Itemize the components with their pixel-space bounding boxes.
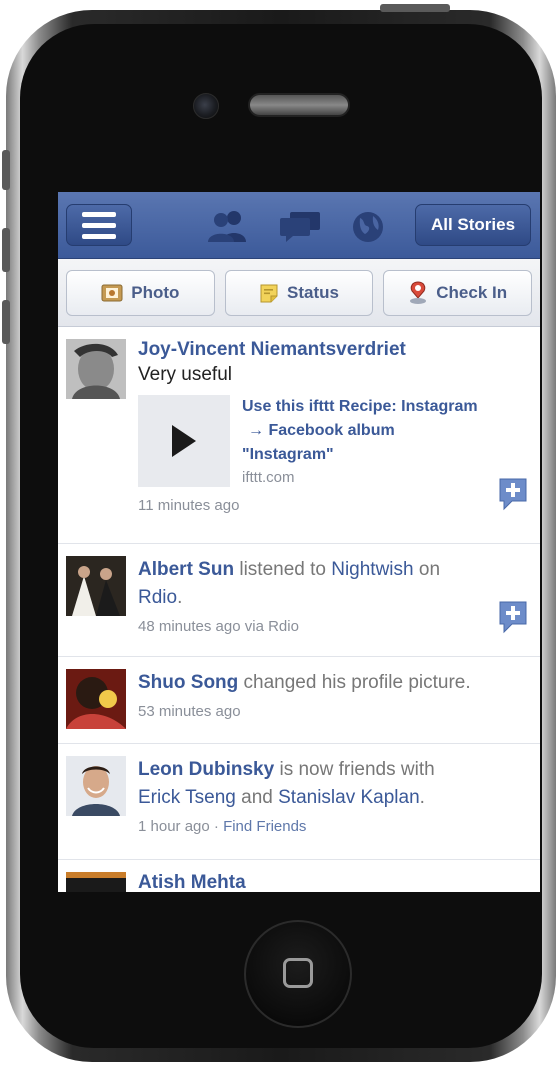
friend-link[interactable]: Stanislav Kaplan	[278, 787, 420, 808]
home-button[interactable]	[244, 920, 352, 1028]
mute-switch	[2, 150, 10, 190]
menu-icon-bar	[82, 233, 116, 239]
story-text: Albert Sun listened to Nightwish on Rdio.	[138, 556, 526, 612]
story-meta: 1 hour ago · Find Friends	[138, 818, 526, 835]
story-text: Leon Dubinsky is now friends with Erick T…	[138, 756, 526, 812]
story-author[interactable]: Shuo Song	[138, 672, 238, 693]
earpiece-speaker	[248, 93, 350, 117]
sleep-button	[380, 4, 450, 12]
photo-button[interactable]: Photo	[66, 269, 215, 316]
story-timestamp: 48 minutes ago via Rdio	[138, 618, 299, 635]
story-author[interactable]: Joy-Vincent Niemantsverdriet	[138, 339, 526, 361]
story-action: listened to	[234, 559, 332, 580]
friend-link[interactable]: Erick Tseng	[138, 787, 236, 808]
story-author[interactable]: Atish Mehta	[138, 872, 526, 892]
top-navbar: All Stories	[58, 192, 540, 259]
story-action: is now friends with	[274, 759, 435, 780]
menu-icon-bar	[82, 222, 116, 228]
photo-icon	[101, 284, 123, 301]
menu-icon-bar	[82, 211, 116, 217]
feed-story[interactable]: Albert Sun listened to Nightwish on Rdio.…	[58, 544, 540, 657]
attachment-domain: ifttt.com	[242, 469, 295, 486]
attachment-title[interactable]: Use this ifttt Recipe: Instagram	[242, 395, 478, 419]
link-attachment[interactable]: Use this ifttt Recipe: Instagram → Faceb…	[138, 395, 526, 487]
feed-story[interactable]: Joy-Vincent Niemantsverdriet Very useful…	[58, 327, 540, 544]
app-screen: All Stories Photo Status Check In Joy-Vi…	[58, 192, 540, 892]
story-timestamp: 11 minutes ago	[138, 497, 240, 514]
story-action: on	[413, 559, 441, 580]
avatar[interactable]	[66, 556, 126, 616]
feed-story[interactable]: Shuo Song changed his profile picture. 5…	[58, 657, 540, 744]
volume-up-button	[2, 228, 10, 272]
status-button[interactable]: Status	[224, 269, 374, 316]
comment-icon[interactable]	[498, 600, 528, 634]
globe-icon[interactable]	[351, 210, 385, 244]
feed-story[interactable]: Atish Mehta	[58, 860, 540, 892]
story-author[interactable]: Albert Sun	[138, 559, 234, 580]
story-punctuation: .	[177, 587, 183, 608]
avatar[interactable]	[66, 756, 126, 816]
attachment-info: Use this ifttt Recipe: Instagram → Faceb…	[230, 395, 478, 487]
video-thumbnail[interactable]	[138, 395, 230, 487]
story-timestamp: 1 hour ago ·	[138, 818, 224, 835]
avatar[interactable]	[66, 339, 126, 399]
avatar[interactable]	[66, 669, 126, 729]
check-in-button[interactable]: Check In	[383, 269, 533, 316]
story-action: changed his profile picture.	[238, 672, 471, 693]
home-square-icon	[283, 958, 313, 988]
comment-icon[interactable]	[498, 477, 528, 511]
story-text: Shuo Song changed his profile picture.	[138, 669, 526, 697]
photo-label: Photo	[131, 282, 180, 302]
menu-button[interactable]	[66, 204, 132, 246]
status-label: Status	[287, 282, 339, 302]
story-author[interactable]: Leon Dubinsky	[138, 759, 274, 780]
messages-icon[interactable]	[278, 210, 322, 242]
attachment-title[interactable]: → Facebook album	[242, 419, 478, 443]
all-stories-button[interactable]: All Stories	[415, 204, 531, 246]
status-icon	[260, 284, 278, 302]
news-feed: Joy-Vincent Niemantsverdriet Very useful…	[58, 327, 540, 892]
front-camera	[193, 93, 219, 119]
publisher-bar: Photo Status Check In	[58, 259, 540, 327]
volume-down-button	[2, 300, 10, 344]
feed-story[interactable]: Leon Dubinsky is now friends with Erick T…	[58, 744, 540, 860]
story-message: Very useful	[138, 364, 232, 385]
find-friends-link[interactable]: Find Friends	[223, 818, 306, 835]
check-in-pin-icon	[410, 280, 427, 304]
story-conjunction: and	[235, 787, 279, 808]
story-punctuation: .	[419, 787, 425, 808]
artist-link[interactable]: Nightwish	[331, 559, 413, 580]
attachment-title[interactable]: "Instagram"	[242, 443, 478, 467]
play-icon	[172, 425, 196, 457]
check-in-label: Check In	[436, 282, 508, 302]
story-timestamp: 53 minutes ago	[138, 703, 241, 720]
app-link[interactable]: Rdio	[138, 587, 177, 608]
avatar[interactable]	[66, 872, 126, 892]
friends-icon[interactable]	[206, 210, 250, 242]
